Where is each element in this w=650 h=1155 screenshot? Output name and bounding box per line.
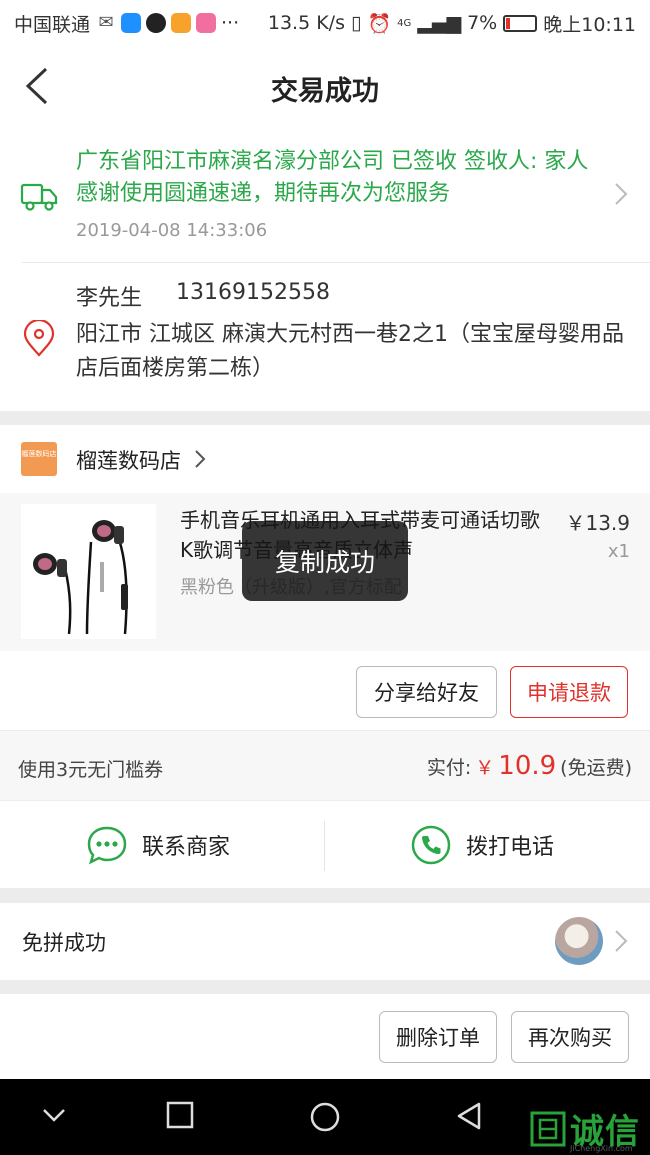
paid-amount: 10.9 [498, 751, 557, 781]
recipient-phone: 13169152558 [176, 280, 330, 305]
watermark-logo: 诚信 JiChengXin.com [530, 1104, 640, 1153]
earphone-image [33, 520, 128, 635]
order-info-card: 广东省阳江市麻演名濠分部公司 已签收 签收人: 家人 感谢使用圆通速递，期待再次… [0, 130, 650, 411]
signal-icon: ▂▄▆ [417, 12, 462, 34]
refund-button[interactable]: 申请退款 [510, 666, 628, 718]
alarm-icon: ⏰ [367, 12, 392, 35]
network-speed: 13.5 K/s [267, 12, 345, 34]
address-row: 李先生 13169152558 阳江市 江城区 麻演大元村西一巷2之1（宝宝屋母… [0, 262, 650, 411]
paid-label: 实付: [426, 757, 472, 779]
chevron-right-icon [615, 183, 628, 205]
home-icon[interactable] [309, 1101, 341, 1133]
shop-logo: 榴莲数码店 [21, 442, 57, 476]
wechat-icon: ✉ [96, 13, 117, 33]
bottom-action-bar: 删除订单 再次购买 [0, 994, 650, 1079]
contact-merchant-label: 联系商家 [142, 834, 231, 860]
buy-again-button[interactable]: 再次购买 [511, 1011, 629, 1063]
chevron-right-icon [195, 450, 206, 468]
status-bar: 中国联通 ✉ ··· 13.5 K/s ▯ ⏰ 4G ▂▄▆ 7% 晚上10:1… [0, 0, 650, 46]
more-notifications: ··· [221, 12, 240, 34]
location-pin-icon [23, 320, 55, 357]
recent-apps-icon[interactable] [166, 1101, 194, 1129]
watermark-emblem-icon [530, 1111, 566, 1146]
battery-percent: 7% [467, 12, 498, 34]
coupon-label: 使用3元无门槛券 [18, 759, 164, 781]
logistics-row[interactable]: 广东省阳江市麻演名濠分部公司 已签收 签收人: 家人 感谢使用圆通速递，期待再次… [0, 130, 650, 262]
call-phone-label: 拨打电话 [466, 834, 555, 860]
currency-symbol: ￥ [475, 757, 495, 779]
logistics-time: 2019-04-08 14:33:06 [76, 220, 268, 241]
copy-success-toast: 复制成功 [242, 521, 408, 601]
phone-icon [411, 825, 451, 864]
truck-icon [20, 183, 58, 211]
vibrate-icon: ▯ [350, 12, 362, 34]
logistics-status: 广东省阳江市麻演名濠分部公司 已签收 签收人: 家人 感谢使用圆通速递，期待再次… [76, 149, 589, 206]
recipient-address: 阳江市 江城区 麻演大元村西一巷2之1（宝宝屋母婴用品店后面楼房第二栋） [76, 322, 624, 381]
shop-name: 榴莲数码店 [76, 449, 181, 473]
shop-header[interactable]: 榴莲数码店 榴莲数码店 [0, 425, 650, 493]
tiktok-icon [146, 13, 167, 33]
emoji-app-icon [196, 13, 217, 33]
delete-order-button[interactable]: 删除订单 [379, 1011, 497, 1063]
watermark-subtext: JiChengXin.com [570, 1144, 633, 1153]
product-thumbnail [21, 504, 156, 639]
chat-bubble-icon [87, 826, 127, 864]
shipping-note: (免运费) [560, 757, 632, 779]
call-phone-button[interactable]: 拨打电话 [410, 801, 554, 888]
share-button[interactable]: 分享给好友 [356, 666, 497, 718]
clock: 晚上10:11 [543, 13, 636, 36]
payment-row: 使用3元无门槛券 实付: ￥ 10.9 (免运费) [0, 730, 650, 800]
product-quantity: x1 [607, 541, 630, 562]
signal-label: 4G [397, 17, 412, 29]
contact-merchant-button[interactable]: 联系商家 [86, 801, 230, 888]
avatar [555, 917, 603, 965]
product-price: ￥13.9 [565, 511, 630, 535]
divider [324, 821, 325, 871]
contact-row: 联系商家 拨打电话 [0, 801, 650, 888]
paid-summary: 实付: ￥ 10.9 (免运费) [427, 751, 632, 781]
carrier-label: 中国联通 [14, 13, 91, 36]
recipient-name: 李先生 [76, 286, 143, 311]
video-app-icon [171, 13, 192, 33]
chevron-right-icon [615, 930, 628, 952]
page-title: 交易成功 [271, 75, 379, 107]
back-arrow-icon[interactable] [22, 66, 62, 106]
back-triangle-icon[interactable] [455, 1101, 483, 1131]
group-status-label: 免拼成功 [22, 931, 106, 955]
chevron-down-icon[interactable] [40, 1101, 68, 1129]
group-buy-row[interactable]: 免拼成功 [0, 903, 650, 980]
shield-app-icon [121, 13, 142, 33]
battery-icon [503, 14, 538, 32]
page-header: 交易成功 [0, 46, 650, 130]
